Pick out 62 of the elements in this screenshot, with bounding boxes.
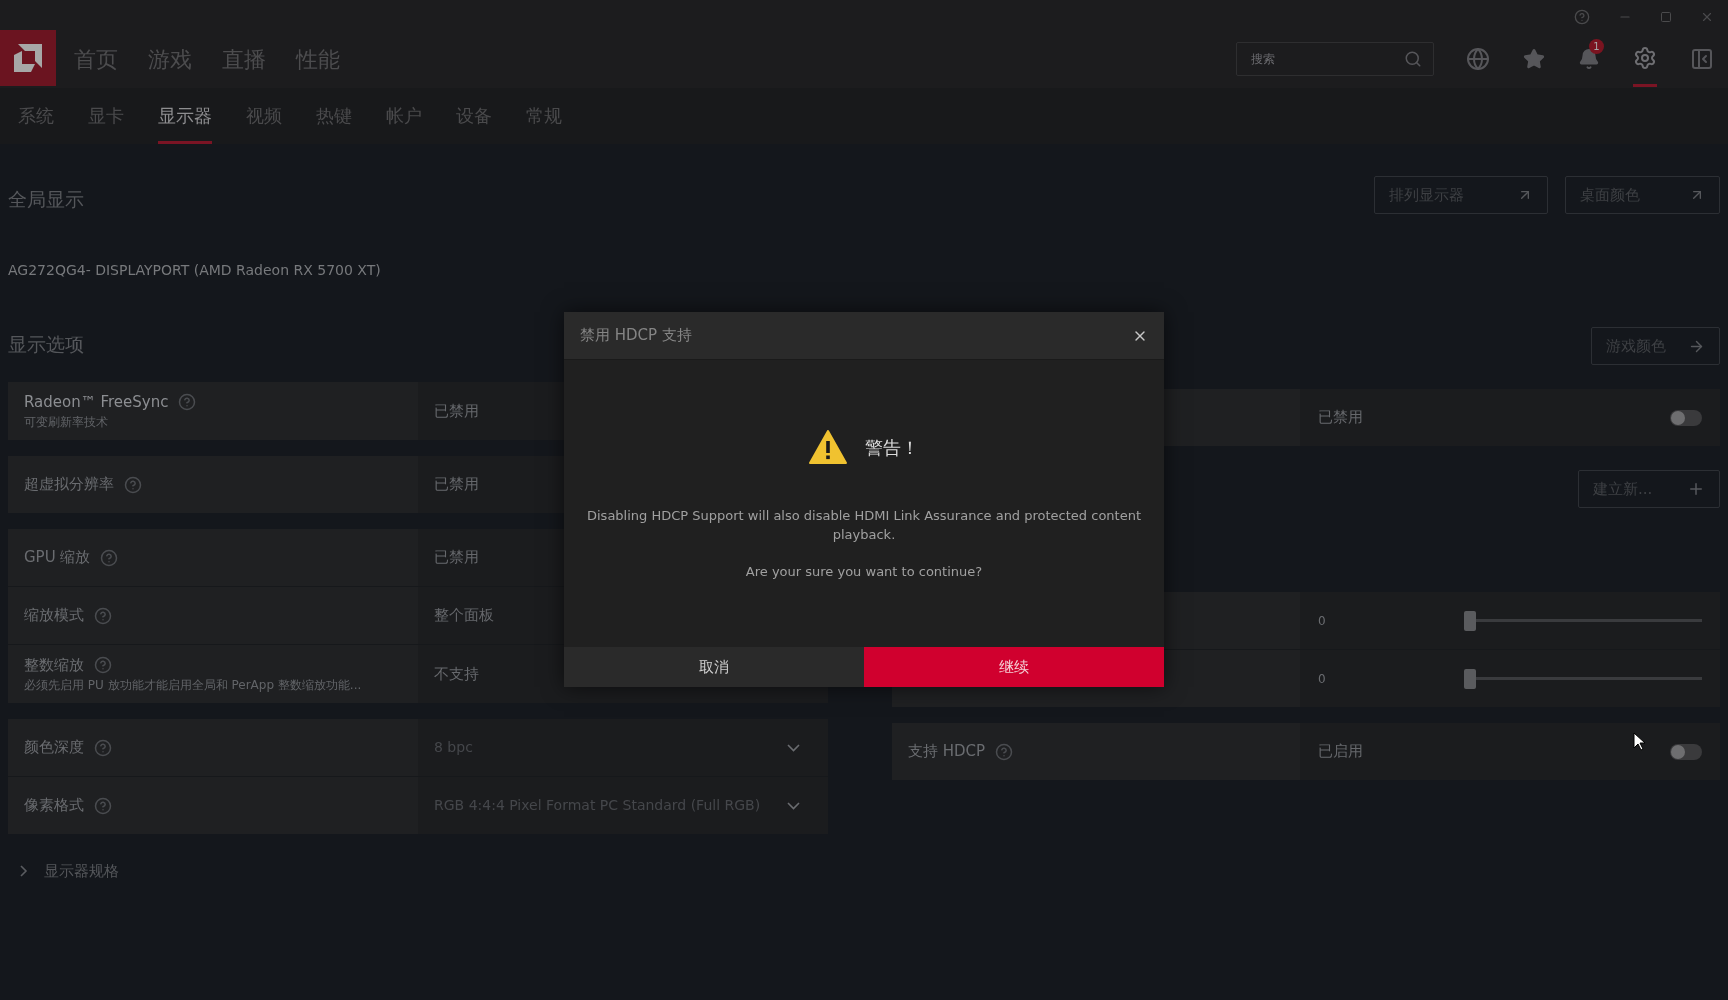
- continue-button[interactable]: 继续: [864, 647, 1164, 687]
- cancel-button[interactable]: 取消: [564, 647, 864, 687]
- chevron-down-icon: [787, 801, 800, 810]
- globe-icon[interactable]: [1466, 47, 1490, 71]
- setting-value: 0: [1318, 612, 1326, 630]
- display-specs-expander[interactable]: 显示器规格: [20, 860, 119, 883]
- setting-value: 0: [1318, 670, 1326, 688]
- help-icon[interactable]: [995, 742, 1014, 761]
- setting-value: 不支持: [434, 663, 479, 685]
- setting-value: 已禁用: [1318, 407, 1363, 429]
- setting-value: 已禁用: [434, 547, 479, 569]
- chevron-down-icon: [787, 743, 800, 752]
- plus-icon: [1687, 480, 1705, 498]
- search-field[interactable]: 搜索: [1236, 42, 1434, 76]
- section-title: 全局显示: [8, 186, 84, 212]
- slider[interactable]: [1464, 610, 1702, 631]
- notification-badge: 1: [1589, 39, 1604, 54]
- monitor-name: AG272QG4- DISPLAYPORT (AMD Radeon RX 5700 XT): [8, 260, 381, 280]
- warning-heading: 警告！: [865, 435, 919, 460]
- settings-icon: [1633, 45, 1657, 70]
- confirmation-question: Are your sure you want to continue?: [745, 563, 983, 581]
- setting-value: 已禁用: [434, 400, 479, 422]
- help-icon[interactable]: [178, 393, 197, 411]
- setting-value: 已启用: [1318, 741, 1363, 763]
- maximize-icon[interactable]: [1660, 11, 1672, 23]
- setting-value: 已禁用: [434, 474, 479, 496]
- help-icon[interactable]: [94, 738, 112, 757]
- setting-description: 必须先启用 PU 放功能才能启用全局和 PerApp 整数缩放功能...: [24, 677, 363, 695]
- warning-icon: [809, 430, 847, 464]
- slider[interactable]: [1464, 668, 1702, 689]
- setting-value: 整个面板: [434, 605, 494, 627]
- toggle-switch[interactable]: [1670, 743, 1702, 760]
- help-icon[interactable]: [124, 475, 142, 494]
- help-icon[interactable]: [1574, 9, 1590, 25]
- setting-label: 缩放模式: [24, 605, 84, 627]
- help-icon[interactable]: [94, 796, 112, 815]
- warning-message: Disabling HDCP Support will also disable HDMI Link Assurance and protected content playback.: [586, 507, 1142, 544]
- help-icon[interactable]: [94, 606, 112, 625]
- slider-thumb[interactable]: [1464, 610, 1476, 631]
- setting-label: 支持 HDCP: [908, 741, 986, 763]
- help-icon[interactable]: [100, 548, 119, 567]
- setting-label: 像素格式: [24, 795, 84, 817]
- star-icon[interactable]: [1523, 48, 1545, 70]
- setting-description: 可变刷新率技术: [24, 414, 109, 432]
- chevron-right-icon: [20, 865, 28, 878]
- bell-icon[interactable]: [1578, 48, 1600, 70]
- toggle-switch[interactable]: [1670, 409, 1702, 426]
- setting-label: GPU 缩放: [24, 547, 91, 569]
- sidebar-toggle-icon[interactable]: [1690, 47, 1714, 71]
- logo-icon: [14, 44, 42, 72]
- setting-label: 超虚拟分辨率: [24, 474, 114, 496]
- setting-label: Radeon™ FreeSync: [24, 391, 169, 413]
- mouse-cursor-icon: [1633, 732, 1645, 751]
- help-icon[interactable]: [94, 656, 112, 674]
- setting-label: 整数缩放: [24, 654, 84, 676]
- logo[interactable]: [0, 30, 56, 86]
- dialog-title: 禁用 HDCP 支持: [580, 325, 692, 347]
- setting-label: 颜色深度: [24, 737, 84, 759]
- sub-tab[interactable]: 显示器: [158, 88, 212, 144]
- search-icon: [1404, 50, 1422, 68]
- slider-thumb[interactable]: [1464, 668, 1476, 689]
- section-title: 显示选项: [8, 331, 84, 357]
